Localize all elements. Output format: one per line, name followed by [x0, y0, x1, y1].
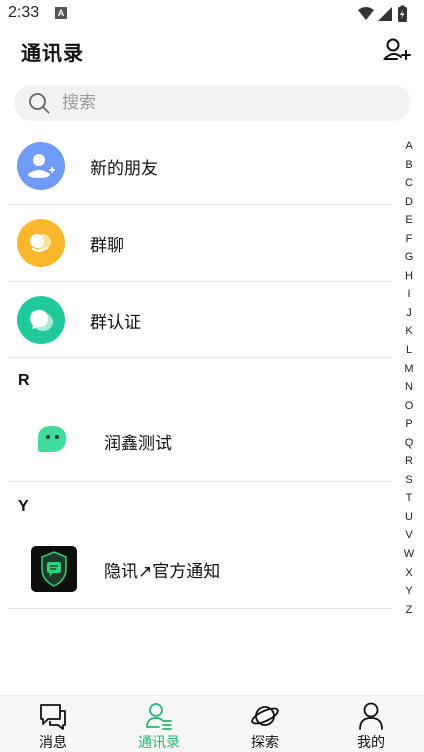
- divider: [8, 481, 392, 482]
- index-letter-o[interactable]: O: [403, 397, 415, 416]
- index-letter-c[interactable]: C: [403, 174, 415, 193]
- wifi-icon: [358, 7, 374, 20]
- tab-label: 消息: [39, 735, 67, 751]
- search-input[interactable]: [62, 85, 392, 121]
- index-letter-g[interactable]: G: [403, 248, 415, 267]
- new-friends-entry[interactable]: 新的朋友: [0, 128, 392, 204]
- index-letter-w[interactable]: W: [403, 545, 415, 564]
- divider: [8, 357, 392, 358]
- index-letter-l[interactable]: L: [403, 341, 415, 360]
- index-letter-s[interactable]: S: [403, 471, 415, 490]
- shield-avatar: [31, 546, 77, 592]
- status-icons: [358, 5, 407, 22]
- group-verify-entry[interactable]: 群认证: [0, 282, 392, 358]
- divider: [8, 608, 392, 609]
- index-letter-y[interactable]: Y: [403, 582, 415, 601]
- green-chat-bubble-avatar: [38, 426, 66, 452]
- add-contact-icon[interactable]: [383, 36, 411, 64]
- index-letter-a[interactable]: A: [403, 137, 415, 156]
- index-letter-e[interactable]: E: [403, 211, 415, 230]
- search-icon: [29, 93, 50, 114]
- message-icon: [40, 704, 66, 730]
- tab-profile[interactable]: 我的: [318, 696, 424, 752]
- contacts-icon: [146, 703, 172, 730]
- contact-name: 润鑫测试: [104, 434, 172, 454]
- contact-item[interactable]: 润鑫测试: [0, 404, 392, 480]
- notification-badge: A: [55, 7, 67, 19]
- index-letter-q[interactable]: Q: [403, 434, 415, 453]
- index-letter-t[interactable]: T: [403, 489, 415, 508]
- group-chat-icon: [17, 219, 65, 267]
- alphabet-index[interactable]: ABCDEFGHIJKLMNOPQRSTUVWXYZ: [403, 137, 415, 619]
- profile-icon: [359, 702, 383, 730]
- index-letter-r[interactable]: R: [403, 452, 415, 471]
- new-friend-icon: [17, 142, 65, 190]
- status-time: 2:33: [8, 4, 40, 21]
- tab-label: 探索: [251, 735, 279, 751]
- status-bar: 2:33 A: [0, 0, 424, 28]
- group-verify-icon: [17, 296, 65, 344]
- group-chat-entry[interactable]: 群聊: [0, 205, 392, 281]
- section-header-r: R: [18, 372, 30, 389]
- contact-name: 隐讯↗官方通知: [104, 562, 221, 582]
- index-letter-f[interactable]: F: [403, 230, 415, 249]
- tab-contacts[interactable]: 通讯录: [106, 696, 212, 752]
- index-letter-u[interactable]: U: [403, 508, 415, 527]
- index-letter-n[interactable]: N: [403, 378, 415, 397]
- contact-item[interactable]: 隐讯↗官方通知: [0, 532, 392, 608]
- index-letter-v[interactable]: V: [403, 526, 415, 545]
- index-letter-z[interactable]: Z: [403, 601, 415, 620]
- header: 通讯录: [0, 28, 424, 74]
- index-letter-x[interactable]: X: [403, 564, 415, 583]
- section-header-y: Y: [18, 498, 29, 515]
- planet-icon: [251, 706, 279, 726]
- group-verify-label: 群认证: [90, 313, 141, 333]
- index-letter-d[interactable]: D: [403, 193, 415, 212]
- index-letter-b[interactable]: B: [403, 156, 415, 175]
- tab-explore[interactable]: 探索: [212, 696, 318, 752]
- tab-label: 通讯录: [138, 735, 180, 751]
- tab-bar: 消息 通讯录 探索 我的: [0, 695, 424, 752]
- signal-icon: [378, 7, 392, 21]
- index-letter-m[interactable]: M: [403, 360, 415, 379]
- page-title: 通讯录: [21, 41, 84, 65]
- tab-label: 我的: [357, 735, 385, 751]
- index-letter-j[interactable]: J: [403, 304, 415, 323]
- tab-messages[interactable]: 消息: [0, 696, 106, 752]
- index-letter-i[interactable]: I: [403, 285, 415, 304]
- search-bar[interactable]: [14, 85, 411, 121]
- index-letter-k[interactable]: K: [403, 322, 415, 341]
- index-letter-p[interactable]: P: [403, 415, 415, 434]
- new-friends-label: 新的朋友: [90, 159, 158, 179]
- index-letter-h[interactable]: H: [403, 267, 415, 286]
- group-chat-label: 群聊: [90, 236, 124, 256]
